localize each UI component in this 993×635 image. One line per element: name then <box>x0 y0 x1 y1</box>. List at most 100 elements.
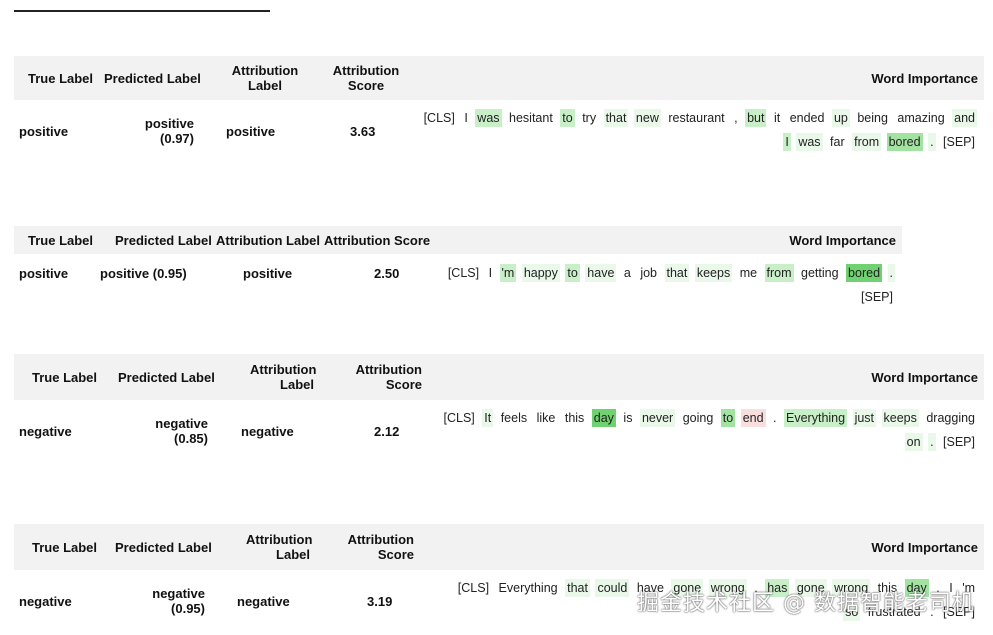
word-token: from <box>852 133 882 151</box>
word-token: from <box>764 264 794 282</box>
header-attribution-score: Attribution Score <box>355 362 422 392</box>
predicted-label-cell: negative (0.85) <box>155 416 208 446</box>
word-token: It <box>482 409 494 427</box>
header-true-label: True Label <box>32 369 98 385</box>
attribution-label-cell: negative <box>237 594 290 609</box>
attribution-score-cell: 3.63 <box>350 124 376 139</box>
word-token: this <box>564 411 585 425</box>
word-token: , <box>734 111 738 125</box>
true-label-cell: negative <box>19 594 72 609</box>
word-token: . <box>928 133 936 151</box>
word-token: far <box>830 135 845 149</box>
header-predicted-label: Predicted Label <box>118 369 215 385</box>
table-row: positive positive (0.97) positive 3.63 [… <box>14 100 984 176</box>
word-token: new <box>633 109 661 127</box>
word-token: me <box>739 266 758 280</box>
table-header: True Label Predicted Label Attribution L… <box>14 524 984 570</box>
word-token: have <box>585 264 617 282</box>
word-token: keeps <box>694 264 733 282</box>
attribution-table-1: True Label Predicted Label Attribution L… <box>14 56 984 176</box>
word-token: that <box>664 264 690 282</box>
word-token: I <box>464 111 468 125</box>
word-token: bored <box>886 133 923 151</box>
table-row: negative negative (0.85) negative 2.12 [… <box>14 400 984 460</box>
word-token: getting <box>801 266 839 280</box>
attribution-score-cell: 3.19 <box>367 594 393 609</box>
header-attribution-label: Attribution Label <box>231 63 299 93</box>
word-importance-cell: [CLS] I was hesitant to try that new res… <box>414 106 978 154</box>
header-attribution-label: Attribution Label <box>216 232 320 248</box>
table-header: True Label Predicted Label Attribution L… <box>14 354 984 400</box>
attribution-score-cell: 2.50 <box>374 266 400 281</box>
header-predicted-label: Predicted Label <box>104 70 201 86</box>
word-token: day <box>591 409 616 427</box>
word-token: that <box>565 579 590 597</box>
word-token: I <box>488 266 493 280</box>
attribution-label-cell: positive <box>243 266 293 281</box>
word-token: I <box>783 133 791 151</box>
table-header: True Label Predicted Label Attribution L… <box>14 56 984 100</box>
word-token: ended <box>789 111 825 125</box>
word-token: just <box>852 409 877 427</box>
word-token: dragging <box>926 411 975 425</box>
word-token: [SEP] <box>861 290 893 304</box>
word-token: [SEP] <box>943 135 975 149</box>
top-divider <box>14 10 270 12</box>
word-token: is <box>623 411 633 425</box>
word-token: to <box>560 109 575 127</box>
word-token: and <box>952 109 977 127</box>
attribution-table-4: True Label Predicted Label Attribution L… <box>14 524 984 635</box>
word-token: like <box>536 411 556 425</box>
table-header: True Label Predicted Label Attribution L… <box>14 226 902 254</box>
table-row: positive positive (0.95) positive 2.50 [… <box>14 254 902 304</box>
word-token: 'm <box>499 264 517 282</box>
word-token: [CLS] <box>447 266 480 280</box>
predicted-label-cell: negative (0.95) <box>152 586 205 616</box>
watermark: 掘金技术社区 @ 数据智能老司机 <box>637 591 975 616</box>
word-token: was <box>475 109 502 127</box>
word-token: being <box>857 111 888 125</box>
word-token: to <box>565 264 580 282</box>
attribution-table-3: True Label Predicted Label Attribution L… <box>14 354 984 464</box>
word-token: restaurant <box>668 111 725 125</box>
word-token: . <box>928 433 936 451</box>
attribution-table-2: True Label Predicted Label Attribution L… <box>14 226 904 304</box>
word-token: that <box>603 109 629 127</box>
word-token: hesitant <box>509 111 553 125</box>
word-token: amazing <box>897 111 945 125</box>
predicted-label-cell: positive (0.97) <box>144 116 194 146</box>
true-label-cell: positive <box>19 124 69 139</box>
header-word-importance: Word Importance <box>871 369 978 385</box>
word-importance-cell: [CLS] I 'm happy to have a job that keep… <box>426 261 896 309</box>
header-word-importance: Word Importance <box>871 539 978 555</box>
word-token: never <box>639 409 676 427</box>
header-attribution-score: Attribution Score <box>324 232 431 248</box>
header-predicted-label: Predicted Label <box>115 539 212 555</box>
word-token: on <box>904 433 923 451</box>
word-token: keeps <box>881 409 919 427</box>
word-token: a <box>623 266 631 280</box>
header-true-label: True Label <box>32 539 98 555</box>
word-token: up <box>831 109 850 127</box>
word-token: going <box>682 411 714 425</box>
word-token: happy <box>521 264 560 282</box>
word-token: could <box>595 579 630 597</box>
predicted-label-cell: positive (0.95) <box>100 266 187 281</box>
header-true-label: True Label <box>28 70 94 86</box>
word-token: [CLS] <box>443 411 475 425</box>
attribution-label-cell: positive <box>226 124 276 139</box>
word-token: [CLS] <box>423 111 455 125</box>
attribution-label-cell: negative <box>241 424 294 439</box>
true-label-cell: positive <box>19 266 69 281</box>
word-token: . <box>887 264 895 282</box>
word-token: was <box>796 133 823 151</box>
word-token: but <box>745 109 767 127</box>
word-token: Everything <box>784 409 848 427</box>
word-token: feels <box>500 411 528 425</box>
attribution-score-cell: 2.12 <box>374 424 400 439</box>
header-attribution-score: Attribution Score <box>347 532 414 562</box>
word-token: [CLS] <box>457 581 490 595</box>
word-token: Everything <box>498 581 558 595</box>
word-token: end <box>740 409 766 427</box>
header-attribution-label: Attribution Label <box>250 362 317 392</box>
